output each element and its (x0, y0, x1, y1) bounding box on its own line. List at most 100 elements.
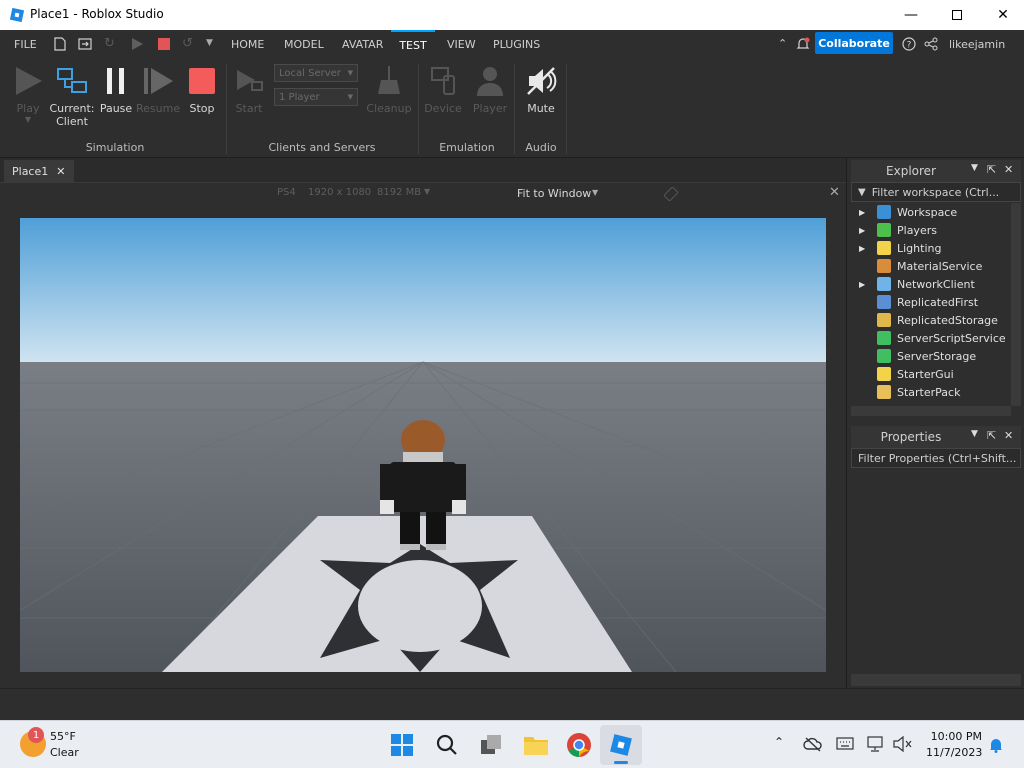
weather-temp[interactable]: 55°F (50, 730, 76, 743)
tab-model[interactable]: MODEL (284, 30, 324, 58)
tab-avatar[interactable]: AVATAR (342, 30, 383, 58)
collapse-ribbon-icon[interactable]: ⌃ (778, 37, 787, 50)
properties-popout-icon[interactable]: ⇱ (987, 429, 996, 442)
device-name: PS4 (277, 187, 296, 198)
properties-close-icon[interactable]: ✕ (1004, 429, 1013, 442)
explorer-close-icon[interactable]: ✕ (1004, 163, 1013, 176)
chrome-icon[interactable] (566, 732, 592, 758)
file-menu[interactable]: FILE (14, 30, 37, 58)
quick-access-chevron-icon[interactable]: ▼ (206, 38, 213, 48)
new-file-icon[interactable] (54, 37, 66, 51)
explorer-filter-input[interactable]: ▼ Filter workspace (Ctrl... (851, 182, 1021, 202)
explorer-scrollbar[interactable] (1011, 203, 1021, 406)
explorer-h-scrollbar[interactable] (851, 406, 1011, 416)
expand-arrow-icon[interactable]: ▶ (859, 280, 869, 289)
current-client-button[interactable]: Current: Client (48, 64, 96, 128)
explorer-item-label: NetworkClient (897, 277, 975, 291)
explorer-item-label: Players (897, 223, 937, 237)
tab-home[interactable]: HOME (231, 30, 264, 58)
tab-plugins[interactable]: PLUGINS (493, 30, 540, 58)
notification-bell-icon[interactable] (988, 737, 1004, 753)
file-explorer-icon[interactable] (523, 733, 549, 757)
explorer-item[interactable]: ServerScriptService (851, 329, 1011, 347)
start-button[interactable]: Start (232, 64, 266, 115)
network-icon[interactable] (866, 736, 886, 752)
explorer-item[interactable]: StarterGui (851, 365, 1011, 383)
cloud-offline-icon[interactable] (803, 736, 823, 752)
group-audio: Audio (525, 141, 557, 154)
explorer-item[interactable]: StarterPack (851, 383, 1011, 401)
play-small-icon[interactable] (131, 38, 143, 50)
minimize-icon: — (904, 7, 918, 23)
stop-button[interactable]: Stop (184, 64, 220, 115)
close-emulation-icon[interactable]: ✕ (829, 185, 840, 200)
properties-title: Properties (880, 430, 942, 444)
task-view-icon[interactable] (479, 733, 503, 757)
properties-filter-placeholder: Filter Properties (Ctrl+Shift... (858, 451, 1017, 465)
resume-button[interactable]: Resume (136, 64, 180, 115)
stop-small-icon[interactable] (158, 38, 170, 50)
explorer-item[interactable]: ReplicatedFirst (851, 293, 1011, 311)
explorer-item-label: Lighting (897, 241, 942, 255)
device-button[interactable]: Device (424, 64, 462, 115)
maximize-icon (952, 10, 962, 20)
roblox-studio-taskbar-button[interactable] (600, 725, 642, 765)
explorer-item[interactable]: ▶ Players (851, 221, 1011, 239)
explorer-item[interactable]: ReplicatedStorage (851, 311, 1011, 329)
document-tab-place1[interactable]: Place1 ✕ (4, 160, 74, 182)
open-file-icon[interactable] (78, 37, 92, 51)
explorer-popout-icon[interactable]: ⇱ (987, 163, 996, 176)
undo-icon[interactable]: ↺ (182, 36, 193, 51)
pause-button[interactable]: Pause (98, 64, 134, 115)
rotate-device-icon[interactable] (663, 187, 679, 201)
show-hidden-icons-chevron-icon[interactable]: ⌃ (774, 735, 784, 749)
mute-button[interactable]: Mute (520, 64, 562, 115)
explorer-item[interactable]: ▶ NetworkClient (851, 275, 1011, 293)
weather-desc[interactable]: Clear (50, 746, 79, 759)
explorer-item[interactable]: ▶ Lighting (851, 239, 1011, 257)
explorer-item[interactable]: ▶ Workspace (851, 203, 1011, 221)
fit-to-window-dropdown[interactable]: Fit to Window (517, 187, 591, 200)
pause-label: Pause (99, 102, 133, 115)
help-icon[interactable]: ? (902, 37, 916, 51)
windows-start-icon[interactable] (390, 733, 414, 757)
player-button[interactable]: Player (470, 64, 510, 115)
search-icon[interactable] (435, 733, 459, 757)
share-icon[interactable] (924, 37, 938, 51)
device-emulation-bar: PS4 1920 x 1080 8192 MB ▼ Fit to Window … (0, 182, 846, 204)
redo-icon[interactable]: ↻ (104, 36, 115, 51)
notification-bell-icon[interactable] (796, 37, 810, 51)
keyboard-icon[interactable] (836, 737, 854, 751)
resume-label: Resume (136, 102, 181, 115)
username[interactable]: likeejamin (949, 30, 1005, 58)
taskbar-time[interactable]: 10:00 PM (930, 730, 982, 743)
taskbar-date[interactable]: 11/7/2023 (926, 746, 982, 759)
cleanup-button[interactable]: Cleanup (366, 64, 412, 115)
game-viewport[interactable] (20, 218, 826, 672)
maximize-button[interactable] (934, 0, 980, 30)
close-tab-icon[interactable]: ✕ (56, 165, 65, 178)
play-button[interactable]: Play ▼ (10, 64, 46, 124)
explorer-item[interactable]: MaterialService (851, 257, 1011, 275)
players-dropdown[interactable]: 1 Player ▼ (274, 88, 358, 106)
properties-menu-chevron-icon[interactable]: ▼ (971, 429, 978, 439)
mute-icon (527, 67, 557, 95)
explorer-item[interactable]: ServerStorage (851, 347, 1011, 365)
minimize-button[interactable]: — (888, 0, 934, 30)
expand-arrow-icon[interactable]: ▶ (859, 208, 869, 217)
expand-arrow-icon[interactable]: ▶ (859, 226, 869, 235)
explorer-menu-chevron-icon[interactable]: ▼ (971, 163, 978, 173)
volume-muted-icon[interactable] (892, 736, 912, 752)
server-dropdown[interactable]: Local Server ▼ (274, 64, 358, 82)
device-chevron-icon[interactable]: ▼ (424, 187, 430, 196)
collaborate-button[interactable]: Collaborate (815, 32, 893, 54)
3d-scene[interactable] (20, 218, 826, 672)
tab-view[interactable]: VIEW (447, 30, 476, 58)
service-icon (877, 367, 891, 381)
properties-filter-input[interactable]: Filter Properties (Ctrl+Shift... (851, 448, 1021, 468)
properties-h-scrollbar[interactable] (851, 674, 1021, 686)
tab-test[interactable]: TEST (391, 30, 435, 58)
fit-chevron-icon[interactable]: ▼ (592, 188, 598, 197)
expand-arrow-icon[interactable]: ▶ (859, 244, 869, 253)
close-window-button[interactable]: ✕ (980, 0, 1024, 30)
